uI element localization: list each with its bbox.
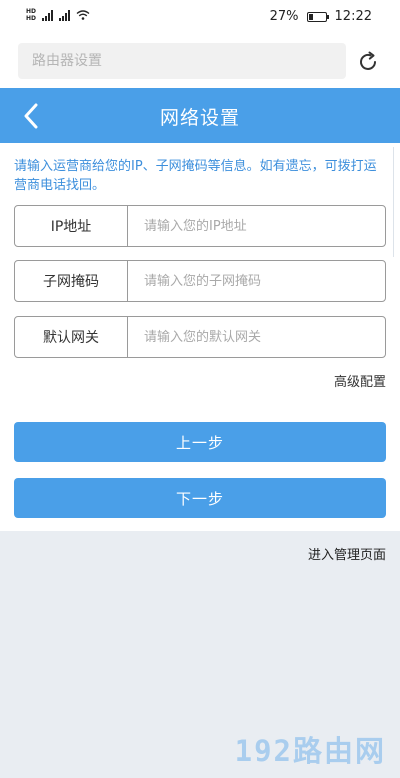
search-input[interactable] bbox=[18, 43, 346, 79]
ip-address-input[interactable] bbox=[128, 206, 385, 246]
page-title: 网络设置 bbox=[159, 107, 240, 129]
battery-percent: 27% bbox=[269, 9, 299, 24]
wifi-icon bbox=[76, 10, 90, 20]
hd-badge: HD HD bbox=[26, 8, 37, 22]
app-screen: HD HD 27% 12:22 路由器设置 网络设置 请输入运营商给您的IP、子… bbox=[0, 0, 400, 778]
battery-icon bbox=[306, 11, 329, 22]
network-settings-panel: 请输入运营商给您的IP、子网掩码等信息。如有遗忘，可拨打运营商电话找回。 IP地… bbox=[0, 143, 400, 531]
signal-icon bbox=[59, 9, 71, 21]
default-gateway-input[interactable] bbox=[128, 317, 385, 357]
watermark: 192路由网 bbox=[234, 734, 386, 768]
enter-admin-page-link[interactable]: 进入管理页面 bbox=[308, 544, 386, 563]
status-right: 27% 12:22 bbox=[270, 9, 372, 24]
subnet-mask-field: 子网掩码 bbox=[14, 260, 386, 302]
signal-icon bbox=[42, 9, 54, 21]
notice-text: 请输入运营商给您的IP、子网掩码等信息。如有遗忘，可拨打运营商电话找回。 bbox=[14, 159, 377, 193]
subnet-mask-label: 子网掩码 bbox=[15, 261, 128, 301]
status-bar: HD HD 27% 12:22 bbox=[0, 0, 400, 34]
next-step-button[interactable]: 下一步 bbox=[14, 478, 386, 518]
subnet-mask-input[interactable] bbox=[128, 261, 385, 301]
default-gateway-field: 默认网关 bbox=[14, 316, 386, 358]
default-gateway-label: 默认网关 bbox=[15, 317, 128, 357]
ip-address-field: IP地址 bbox=[14, 205, 386, 247]
refresh-icon[interactable] bbox=[357, 51, 379, 73]
ip-address-label: IP地址 bbox=[15, 206, 128, 246]
advanced-config-link[interactable]: 高级配置 bbox=[334, 371, 386, 390]
previous-step-button[interactable]: 上一步 bbox=[14, 422, 386, 462]
title-bar: 网络设置 bbox=[0, 88, 400, 143]
scrollbar[interactable] bbox=[393, 147, 400, 257]
clock: 12:22 bbox=[334, 9, 372, 24]
status-left: HD HD bbox=[26, 8, 90, 22]
search-row bbox=[0, 34, 400, 88]
